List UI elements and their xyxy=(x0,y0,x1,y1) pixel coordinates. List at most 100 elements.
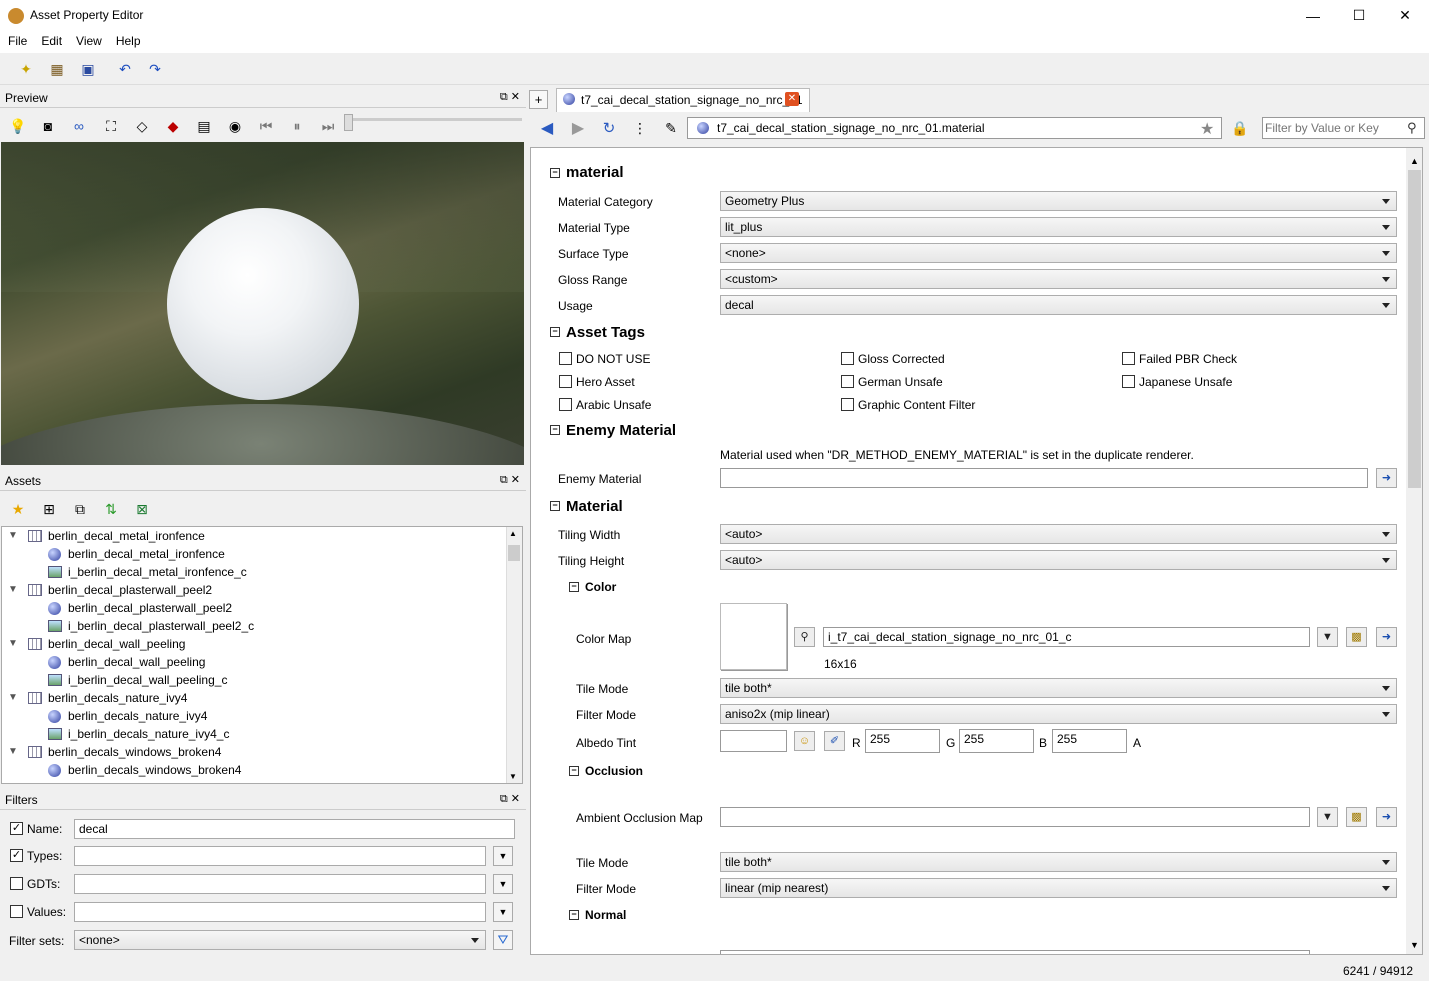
g-input[interactable]: 255 xyxy=(959,729,1034,753)
asset-tree-row[interactable]: ▼ berlin_decal_metal_ironfence xyxy=(2,527,522,545)
asset-tree[interactable]: ▼ berlin_decal_metal_ironfence berlin_deca… xyxy=(1,526,523,784)
star-icon[interactable]: ★ xyxy=(1200,119,1214,139)
pause-icon[interactable]: ⏸ xyxy=(286,115,308,137)
name-filter-checkbox[interactable]: ✓ xyxy=(10,822,23,835)
refresh-icon[interactable]: ↻ xyxy=(598,117,620,139)
magnifier-icon[interactable]: ⚲ xyxy=(794,627,815,647)
material-collapse-toggle[interactable]: − xyxy=(550,168,560,178)
link-icon[interactable]: ∞ xyxy=(68,115,90,137)
favorite-icon[interactable]: ★ xyxy=(7,498,29,520)
name-filter-input[interactable]: decal xyxy=(74,819,515,839)
add-tab-button[interactable]: + xyxy=(529,90,548,109)
ao-goto-icon[interactable]: ➜ xyxy=(1376,807,1397,827)
skip-forward-icon[interactable]: ⏭ xyxy=(317,115,339,137)
filters-dock-buttons[interactable]: ⧉ ✕ xyxy=(500,792,520,806)
surface-type-select[interactable]: <none> xyxy=(720,243,1397,263)
gdts-dropdown-button[interactable]: ▼ xyxy=(493,874,513,894)
tag-graphic-content-checkbox[interactable] xyxy=(841,398,854,411)
maximize-button[interactable]: ☐ xyxy=(1336,0,1382,31)
values-dropdown-button[interactable]: ▼ xyxy=(493,902,513,922)
occlusion-collapse-toggle[interactable]: − xyxy=(569,766,579,776)
ao-browse-icon[interactable]: ▩ xyxy=(1346,807,1367,827)
tiling-height-select[interactable]: <auto> xyxy=(720,550,1397,570)
usage-select[interactable]: decal xyxy=(720,295,1397,315)
tag-gloss-corrected-checkbox[interactable] xyxy=(841,352,854,365)
occ-filter-mode-select[interactable]: linear (mip nearest) xyxy=(720,878,1397,898)
mat-collapse-toggle[interactable]: − xyxy=(550,501,560,511)
tiling-width-select[interactable]: <auto> xyxy=(720,524,1397,544)
normal-map-input[interactable] xyxy=(720,950,1310,954)
preview-dock-buttons[interactable]: ⧉ ✕ xyxy=(500,90,520,104)
b-input[interactable]: 255 xyxy=(1052,729,1127,753)
prop-scroll-thumb[interactable] xyxy=(1408,170,1421,488)
r-input[interactable]: 255 xyxy=(865,729,940,753)
forward-icon[interactable]: ▶ xyxy=(567,117,589,139)
expand-arrow-icon[interactable]: ▼ xyxy=(8,743,18,761)
scroll-up-icon[interactable]: ▲ xyxy=(509,529,517,538)
filter-sets-select[interactable]: <none> xyxy=(74,930,486,950)
assets-dock-buttons[interactable]: ⧉ ✕ xyxy=(500,473,520,487)
tag-hero-asset-checkbox[interactable] xyxy=(559,375,572,388)
asset-tree-row[interactable]: berlin_decals_windows_broken4 xyxy=(2,761,522,779)
funnel-icon[interactable]: ⛛ xyxy=(493,930,513,950)
prop-scroll-up-icon[interactable]: ▲ xyxy=(1410,156,1419,166)
asset-tags-collapse-toggle[interactable]: − xyxy=(550,327,560,337)
record-icon[interactable]: ◉ xyxy=(224,115,246,137)
new-asset-icon[interactable]: ⊞ xyxy=(38,498,60,520)
expand-arrow-icon[interactable]: ▼ xyxy=(8,635,18,653)
camera-icon[interactable]: ◙ xyxy=(37,115,59,137)
asset-tree-row[interactable]: i_berlin_decal_metal_ironfence_c xyxy=(2,563,522,581)
color-map-goto-icon[interactable]: ➜ xyxy=(1376,627,1397,647)
lock-icon[interactable]: 🔒 xyxy=(1229,117,1251,139)
timeline-slider[interactable] xyxy=(344,118,522,121)
wireframe-icon[interactable]: ◇ xyxy=(131,115,153,137)
expand-arrow-icon[interactable]: ▼ xyxy=(8,527,18,545)
tag-arabic-unsafe-checkbox[interactable] xyxy=(559,398,572,411)
asset-path-field[interactable]: t7_cai_decal_station_signage_no_nrc_01.m… xyxy=(687,117,1222,139)
material-category-select[interactable]: Geometry Plus xyxy=(720,191,1397,211)
timeline-handle[interactable] xyxy=(344,114,353,131)
menu-view[interactable]: View xyxy=(68,31,108,48)
values-filter-input[interactable] xyxy=(74,902,486,922)
scroll-down-icon[interactable]: ▼ xyxy=(509,772,517,781)
color-map-input[interactable]: i_t7_cai_decal_station_signage_no_nrc_01… xyxy=(823,627,1310,647)
albedo-tint-swatch[interactable] xyxy=(720,730,787,752)
close-button[interactable]: ✕ xyxy=(1382,0,1428,31)
eyedropper-icon[interactable]: ✐ xyxy=(824,731,845,751)
asset-tree-row[interactable]: ▼ berlin_decals_nature_ivy4 xyxy=(2,689,522,707)
preview-viewport[interactable] xyxy=(1,142,524,465)
asset-tree-row[interactable]: ▼ berlin_decal_plasterwall_peel2 xyxy=(2,581,522,599)
expand-arrow-icon[interactable]: ▼ xyxy=(8,689,18,707)
duplicate-icon[interactable]: ⧉ xyxy=(69,498,91,520)
shape-icon[interactable]: ◆ xyxy=(162,115,184,137)
types-dropdown-button[interactable]: ▼ xyxy=(493,846,513,866)
excel-icon[interactable]: ⊠ xyxy=(131,498,153,520)
save-all-icon[interactable]: ▣ xyxy=(77,58,99,80)
filter-input[interactable] xyxy=(1265,120,1403,136)
minimize-button[interactable]: — xyxy=(1290,0,1336,31)
open-icon[interactable]: ▦ xyxy=(46,58,68,80)
frame-icon[interactable]: ⛶ xyxy=(100,115,122,137)
close-tab-icon[interactable]: ✕ xyxy=(785,92,799,106)
tag-japanese-unsafe-checkbox[interactable] xyxy=(1122,375,1135,388)
color-map-dropdown-icon[interactable]: ▼ xyxy=(1317,627,1338,647)
menu-edit[interactable]: Edit xyxy=(33,31,68,48)
tile-mode-select[interactable]: tile both* xyxy=(720,678,1397,698)
filter-mode-select[interactable]: aniso2x (mip linear) xyxy=(720,704,1397,724)
property-scrollbar[interactable]: ▲ ▼ xyxy=(1406,148,1422,954)
tag-failed-pbr-checkbox[interactable] xyxy=(1122,352,1135,365)
asset-tree-scrollbar[interactable]: ▲ ▼ xyxy=(506,527,522,783)
prop-scroll-down-icon[interactable]: ▼ xyxy=(1410,940,1419,950)
asset-tree-row[interactable]: i_berlin_decal_wall_peeling_c xyxy=(2,671,522,689)
light-icon[interactable]: 💡 xyxy=(7,115,29,137)
asset-tree-row[interactable]: berlin_decal_metal_ironfence xyxy=(2,545,522,563)
tag-german-unsafe-checkbox[interactable] xyxy=(841,375,854,388)
expand-arrow-icon[interactable]: ▼ xyxy=(8,581,18,599)
undo-icon[interactable]: ↶ xyxy=(114,58,136,80)
menu-help[interactable]: Help xyxy=(108,31,147,48)
browse-image-icon[interactable]: ▩ xyxy=(1346,627,1367,647)
gloss-range-select[interactable]: <custom> xyxy=(720,269,1397,289)
normal-collapse-toggle[interactable]: − xyxy=(569,910,579,920)
new-file-icon[interactable]: ✦ xyxy=(15,58,37,80)
edit-icon[interactable]: ✎ xyxy=(660,117,682,139)
